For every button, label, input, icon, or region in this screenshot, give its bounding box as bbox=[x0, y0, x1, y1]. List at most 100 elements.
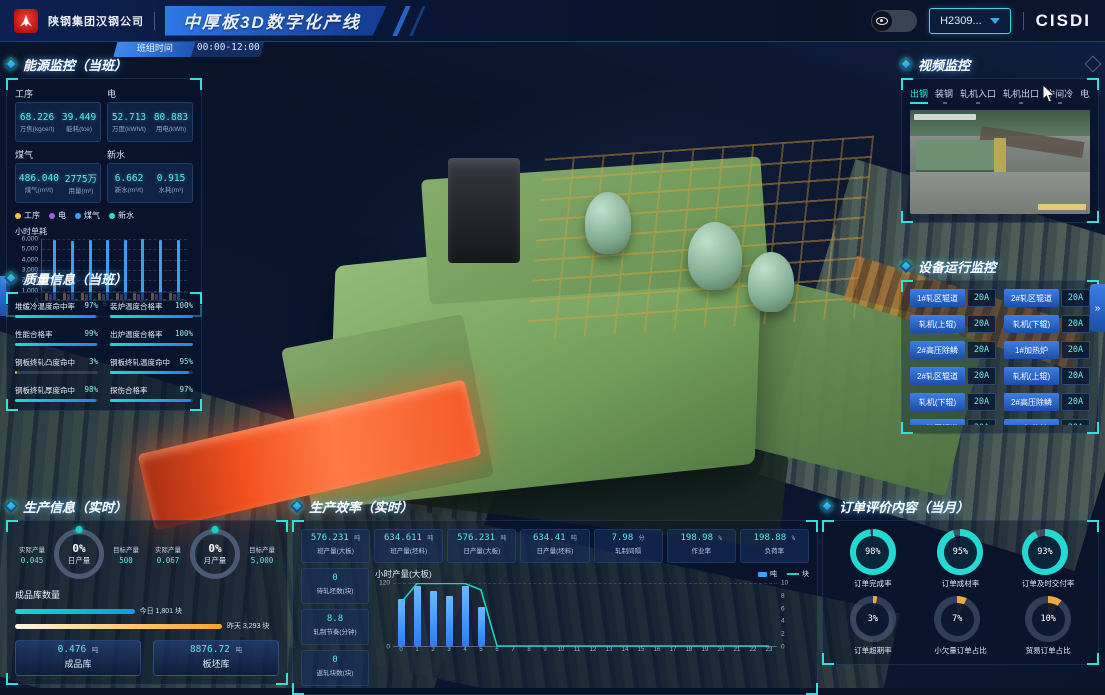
gauge-percent: 0% bbox=[72, 542, 85, 555]
quality-metric-label: 性能合格率 bbox=[15, 329, 53, 340]
equipment-panel-title: 设备运行监控 bbox=[918, 257, 996, 276]
equipment-name-button[interactable]: 轧机(下辊) bbox=[910, 393, 965, 411]
camera-tab-出钢[interactable]: 出钢 bbox=[910, 87, 928, 104]
equipment-name-button[interactable]: 2#高压除鳞 bbox=[1004, 393, 1059, 411]
equipment-current-value: 20A bbox=[1061, 289, 1090, 307]
gauge-right-value: 5,000 bbox=[245, 556, 279, 565]
efficiency-stat-unit: 吨 bbox=[427, 535, 433, 542]
efficiency-stat-value: 198.98 % bbox=[668, 533, 735, 543]
equipment-cell: 2#高压除鳞20A bbox=[910, 341, 996, 359]
x-axis-tick: 17 bbox=[665, 647, 681, 653]
order-kpi-value: 7% bbox=[952, 614, 962, 624]
gauge-right-value: 500 bbox=[109, 556, 143, 565]
energy-value-cell: 6.662新水(m³/t) bbox=[115, 173, 144, 194]
energy-group-values: 52.713万度(kWh/t) 80.883用电(kWh) bbox=[107, 102, 193, 142]
legend-item: 工序 bbox=[15, 210, 40, 221]
equipment-name-button[interactable]: 1#轧区辊道 bbox=[910, 289, 965, 307]
equipment-name-button[interactable]: 轧机(上辊) bbox=[1004, 367, 1059, 385]
equipment-name-button[interactable]: 2#高压除鳞 bbox=[910, 341, 965, 359]
hourly-output-chart: 小时产量(大板) 吨块 1200 1086420 012345678910111… bbox=[375, 568, 809, 686]
quality-metric: 钢板终轧厚度命中98% bbox=[15, 385, 98, 402]
energy-unit-label: 万度(kWh/t) bbox=[112, 123, 146, 133]
equipment-cell: 2#轧区辊道20A bbox=[1004, 289, 1090, 307]
progress-track bbox=[110, 343, 193, 346]
side-stat-value: 0 bbox=[302, 655, 368, 665]
energy-value: 2775万 bbox=[65, 171, 97, 185]
energy-value: 52.713 bbox=[112, 112, 146, 123]
legend-dot-icon bbox=[75, 213, 81, 219]
quality-metric-value: 99% bbox=[84, 329, 98, 340]
efficiency-stat-unit: 吨 bbox=[571, 535, 577, 542]
energy-value: 0.915 bbox=[157, 173, 186, 184]
visibility-toggle[interactable] bbox=[871, 10, 917, 32]
order-kpi-value: 95% bbox=[953, 547, 968, 557]
equipment-name-button[interactable]: 2#轧区辊道 bbox=[1004, 289, 1059, 307]
pieces-line-series bbox=[393, 583, 777, 647]
efficiency-side-stat: 0返轧块数(块) bbox=[301, 650, 369, 686]
y-axis-tick: 6,000 bbox=[22, 236, 38, 243]
gauge-percent: 0% bbox=[208, 542, 221, 555]
cctv-video-thumbnail[interactable] bbox=[910, 110, 1090, 214]
legend-label: 吨 bbox=[770, 569, 777, 579]
energy-value-cell: 80.883用电(kWh) bbox=[154, 112, 188, 133]
equipment-row: 2#高压除鳞20A1#加热炉20A bbox=[910, 341, 1090, 359]
camera-tab-电加热[interactable]: 电加热 bbox=[1080, 87, 1090, 104]
equipment-name-button[interactable]: 1#轧区辊道 bbox=[910, 419, 965, 425]
quality-metric-label: 钢板终轧凸度命中 bbox=[15, 357, 75, 368]
warehouse-label: 成品库 bbox=[16, 657, 140, 670]
equipment-name-button[interactable]: 轧机(上辊) bbox=[910, 315, 965, 333]
warehouse-value: 0.476 吨 bbox=[16, 644, 140, 655]
energy-legend: 工序电煤气新水 bbox=[15, 210, 193, 221]
legend-dot-icon bbox=[15, 213, 21, 219]
order-kpi: 95%订单成材率 bbox=[937, 529, 983, 589]
equipment-name-button[interactable]: 2#加热炉 bbox=[1004, 419, 1059, 425]
x-axis-tick: 0 bbox=[393, 647, 409, 653]
equipment-name-button[interactable]: 轧机(下辊) bbox=[1004, 315, 1059, 333]
equipment-name-button[interactable]: 1#加热炉 bbox=[1004, 341, 1059, 359]
energy-unit-label: 能耗(tce) bbox=[62, 123, 96, 133]
energy-value-cell: 52.713万度(kWh/t) bbox=[112, 112, 146, 133]
quality-metric-label: 堆缓冷温度命中率 bbox=[15, 301, 75, 312]
quality-metric: 钢板终轧凸度命中3% bbox=[15, 357, 98, 374]
camera-tab-轧机出口[interactable]: 轧机出口 bbox=[1003, 87, 1039, 104]
warehouse-box: 8876.72 吨板坯库 bbox=[153, 640, 279, 676]
legend-dot-icon bbox=[49, 213, 55, 219]
eye-icon bbox=[876, 17, 888, 25]
quality-metric-label: 探伤合格率 bbox=[110, 385, 148, 396]
warehouse-value: 8876.72 吨 bbox=[154, 644, 278, 655]
progress-fill bbox=[15, 315, 96, 318]
gauge-left-value: 0.045 bbox=[15, 556, 49, 565]
quality-metric: 性能合格率 99% bbox=[15, 329, 98, 346]
camera-tab-中间冷[interactable]: 中间冷 bbox=[1046, 87, 1073, 104]
chevron-down-icon bbox=[990, 18, 1000, 24]
efficiency-stat: 198.98 %作业率 bbox=[667, 529, 736, 563]
x-axis-tick: 2 bbox=[425, 647, 441, 653]
order-kpi-label: 订单完成率 bbox=[850, 578, 896, 589]
camera-tab-装钢[interactable]: 装钢 bbox=[935, 87, 953, 104]
legend-dot-icon bbox=[109, 213, 115, 219]
energy-groups: 工序68.226万焦(kgce/t)39.449能耗(tce)电52.713万度… bbox=[15, 87, 193, 203]
quality-metric: 探伤合格率97% bbox=[110, 385, 193, 402]
energy-value: 486.040 bbox=[19, 173, 59, 184]
legend-item: 块 bbox=[787, 569, 809, 579]
equipment-current-value: 20A bbox=[967, 289, 996, 307]
diamond-icon bbox=[4, 57, 18, 71]
warehouse-unit: 吨 bbox=[236, 646, 243, 654]
gridline bbox=[42, 249, 187, 250]
panel-expand-tab[interactable]: » bbox=[1090, 284, 1105, 332]
diamond-icon bbox=[4, 499, 18, 513]
energy-unit-label: 水耗(m³) bbox=[157, 184, 186, 194]
order-kpi: 3%订单超期率 bbox=[850, 596, 896, 656]
order-kpi-donut: 3% bbox=[850, 596, 896, 642]
gridline bbox=[42, 239, 187, 240]
order-kpi: 7%小欠量订单占比 bbox=[934, 596, 987, 656]
gauge-ring: 0%月产量 bbox=[190, 529, 240, 579]
efficiency-stat-unit: 吨 bbox=[501, 535, 507, 542]
camera-tab-轧机入口[interactable]: 轧机入口 bbox=[960, 87, 996, 104]
equipment-row: 1#轧区辊道20A2#加热炉20A bbox=[910, 419, 1090, 425]
equipment-name-button[interactable]: 2#轧区辊道 bbox=[910, 367, 965, 385]
production-line-select[interactable]: H2309... bbox=[929, 8, 1011, 34]
cube-icon[interactable] bbox=[1085, 56, 1102, 73]
progress-track bbox=[110, 315, 193, 318]
x-axis-tick: 23 bbox=[761, 647, 777, 653]
